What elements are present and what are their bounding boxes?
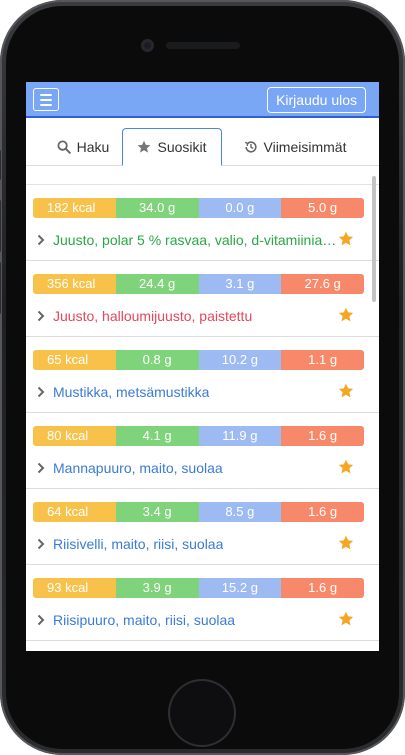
favorite-star-icon[interactable]	[338, 535, 354, 551]
kcal-value: 65 kcal	[33, 350, 116, 370]
food-name[interactable]: Mustikka, metsämustikka	[53, 384, 209, 400]
volume-up-button	[0, 200, 1, 252]
tab-favorites-label: Suosikit	[157, 139, 207, 155]
food-item[interactable]: 80 kcal 4.1 g 11.9 g 1.6 g Mannapuuro, m…	[26, 413, 379, 489]
home-button[interactable]	[170, 681, 234, 745]
tab-search[interactable]: Haku	[42, 128, 124, 165]
fat-value: 5.0 g	[281, 198, 364, 218]
food-item[interactable]: 65 kcal 0.8 g 10.2 g 1.1 g Mustikka, met…	[26, 337, 379, 413]
favorite-star-icon[interactable]	[338, 231, 354, 247]
logout-button[interactable]: Kirjaudu ulos	[267, 87, 366, 113]
nutrition-bar: 93 kcal 3.9 g 15.2 g 1.6 g	[33, 578, 364, 598]
chevron-right-icon	[37, 538, 45, 550]
chevron-right-icon	[37, 234, 45, 246]
fat-value: 1.6 g	[281, 578, 364, 598]
fat-value: 27.6 g	[281, 274, 364, 294]
food-item[interactable]: 64 kcal 3.4 g 8.5 g 1.6 g Riisivelli, ma…	[26, 489, 379, 565]
protein-value: 3.4 g	[115, 502, 199, 522]
food-name[interactable]: Juusto, halloumijuusto, paistettu	[53, 308, 252, 324]
food-name[interactable]: Mannapuuro, maito, suolaa	[53, 460, 223, 476]
kcal-value: 64 kcal	[33, 502, 116, 522]
kcal-value: 80 kcal	[33, 426, 116, 446]
food-item[interactable]: 182 kcal 34.0 g 0.0 g 5.0 g Juusto, pola…	[26, 185, 379, 261]
front-camera	[141, 39, 154, 52]
nutrition-bar: 182 kcal 34.0 g 0.0 g 5.0 g	[33, 198, 364, 218]
top-navbar: Kirjaudu ulos	[26, 82, 379, 118]
nutrition-bar: 65 kcal 0.8 g 10.2 g 1.1 g	[33, 350, 364, 370]
food-name[interactable]: Riisipuuro, maito, riisi, suolaa	[53, 612, 235, 628]
favorite-star-icon[interactable]	[338, 307, 354, 323]
food-name[interactable]: Riisivelli, maito, riisi, suolaa	[53, 536, 223, 552]
chevron-right-icon	[37, 386, 45, 398]
kcal-value: 93 kcal	[33, 578, 116, 598]
food-row[interactable]: Juusto, polar 5 % rasvaa, valio, d-vitam…	[36, 230, 366, 250]
protein-value: 34.0 g	[115, 198, 199, 218]
carbs-value: 15.2 g	[198, 578, 282, 598]
nutrition-bar: 80 kcal 4.1 g 11.9 g 1.6 g	[33, 426, 364, 446]
protein-value: 4.1 g	[115, 426, 199, 446]
favorite-star-icon[interactable]	[338, 611, 354, 627]
chevron-right-icon	[37, 614, 45, 626]
chevron-right-icon	[37, 462, 45, 474]
protein-value: 24.4 g	[115, 274, 199, 294]
tab-recent[interactable]: Viimeisimmät	[230, 128, 360, 165]
fat-value: 1.6 g	[281, 426, 364, 446]
tab-search-label: Haku	[76, 138, 110, 155]
tab-favorites[interactable]: Suosikit	[122, 128, 222, 166]
kcal-value: 182 kcal	[33, 198, 116, 218]
food-row[interactable]: Mustikka, metsämustikka	[36, 382, 366, 402]
carbs-value: 0.0 g	[198, 198, 282, 218]
volume-down-button	[0, 262, 1, 314]
food-row[interactable]: Juusto, halloumijuusto, paistettu	[36, 306, 366, 326]
protein-value: 3.9 g	[115, 578, 199, 598]
food-row[interactable]: Riisivelli, maito, riisi, suolaa	[36, 534, 366, 554]
nutrition-bar: 356 kcal 24.4 g 3.1 g 27.6 g	[33, 274, 364, 294]
hamburger-menu-icon[interactable]	[33, 88, 59, 111]
star-icon	[138, 140, 151, 153]
food-item[interactable]: 356 kcal 24.4 g 3.1 g 27.6 g Juusto, hal…	[26, 261, 379, 337]
mute-switch	[0, 150, 1, 180]
app-screen: Kirjaudu ulos Haku Suosikit Viimeisimmät…	[26, 82, 379, 651]
food-row[interactable]: Riisipuuro, maito, riisi, suolaa	[36, 610, 366, 630]
food-item[interactable]: 93 kcal 3.9 g 15.2 g 1.6 g Riisipuuro, m…	[26, 565, 379, 641]
kcal-value: 356 kcal	[33, 274, 116, 294]
search-icon	[57, 140, 71, 154]
tab-recent-label: Viimeisimmät	[263, 138, 347, 155]
carbs-value: 10.2 g	[198, 350, 282, 370]
carbs-value: 8.5 g	[198, 502, 282, 522]
scrollbar[interactable]	[372, 176, 376, 302]
earpiece-speaker	[166, 42, 240, 49]
protein-value: 0.8 g	[115, 350, 199, 370]
carbs-value: 3.1 g	[198, 274, 282, 294]
carbs-value: 11.9 g	[198, 426, 282, 446]
chevron-right-icon	[37, 310, 45, 322]
nutrition-bar: 64 kcal 3.4 g 8.5 g 1.6 g	[33, 502, 364, 522]
food-row[interactable]: Mannapuuro, maito, suolaa	[36, 458, 366, 478]
fat-value: 1.1 g	[281, 350, 364, 370]
favorite-star-icon[interactable]	[338, 383, 354, 399]
tab-bar: Haku Suosikit Viimeisimmät	[26, 128, 379, 166]
history-icon	[244, 140, 257, 153]
favorite-star-icon[interactable]	[338, 459, 354, 475]
food-name[interactable]: Juusto, polar 5 % rasvaa, valio, d-vitam…	[53, 232, 339, 248]
fat-value: 1.6 g	[281, 502, 364, 522]
